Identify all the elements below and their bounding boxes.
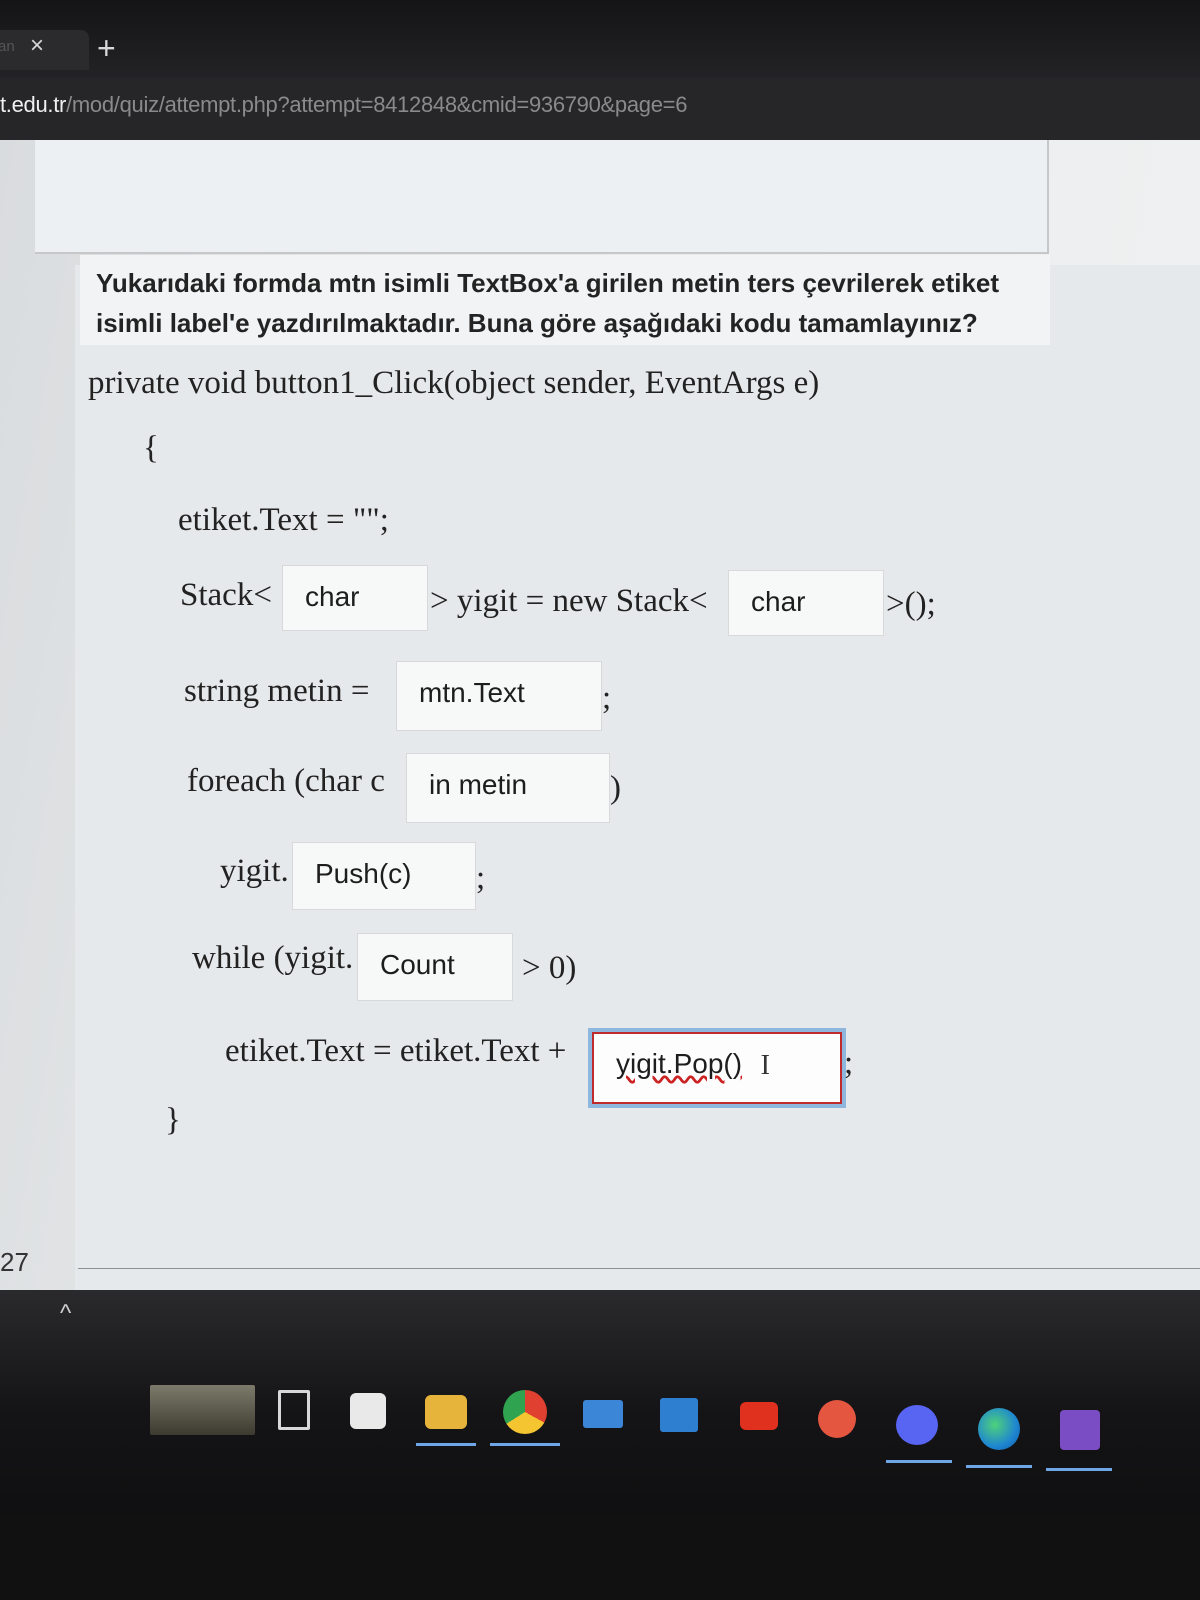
page-content: Yukarıdaki formda mtn isimli TextBox'a g… bbox=[0, 140, 1200, 1315]
code-stack-middle: > yigit = new Stack< bbox=[430, 583, 708, 619]
code-push-suffix: ; bbox=[476, 860, 486, 896]
wallpaper-thumbnail-icon bbox=[150, 1385, 255, 1435]
answer-pop-text: yigit.Pop() bbox=[616, 1048, 743, 1079]
code-stack-prefix: Stack< bbox=[180, 577, 272, 613]
discord-icon[interactable] bbox=[896, 1405, 938, 1445]
code-foreach-prefix: foreach (char c bbox=[187, 763, 385, 799]
code-foreach-suffix: ) bbox=[610, 770, 621, 806]
code-signature: private void button1_Click(object sender… bbox=[88, 365, 820, 401]
chevron-up-icon[interactable]: ^ bbox=[60, 1300, 71, 1328]
divider bbox=[78, 1268, 1200, 1269]
address-bar[interactable]: t.edu.tr/mod/quiz/attempt.php?attempt=84… bbox=[0, 78, 1200, 140]
active-app-indicator bbox=[1046, 1468, 1112, 1471]
question-text: Yukarıdaki formda mtn isimli TextBox'a g… bbox=[96, 268, 1000, 338]
media-player-icon[interactable] bbox=[818, 1400, 856, 1438]
code-stack-suffix: >(); bbox=[886, 586, 936, 622]
task-view-icon[interactable] bbox=[278, 1390, 310, 1430]
code-while-prefix: while (yigit. bbox=[192, 940, 354, 976]
url-host: t.edu.tr bbox=[0, 92, 67, 117]
tab-close-icon[interactable]: × bbox=[30, 32, 44, 60]
form-image-panel bbox=[35, 140, 1049, 254]
new-tab-button[interactable]: + bbox=[97, 30, 116, 67]
answer-metin-field[interactable]: mtn.Text bbox=[396, 661, 602, 731]
answer-count-field[interactable]: Count bbox=[357, 933, 513, 1001]
code-string-suffix: ; bbox=[602, 680, 612, 716]
browser-tab-bar: an × + bbox=[0, 0, 1200, 78]
code-append-prefix: etiket.Text = etiket.Text + bbox=[225, 1033, 567, 1069]
active-app-indicator bbox=[490, 1443, 560, 1446]
youtube-icon[interactable] bbox=[740, 1402, 778, 1430]
active-app-indicator bbox=[886, 1460, 952, 1463]
chrome-icon[interactable] bbox=[503, 1390, 547, 1434]
url-path: /mod/quiz/attempt.php?attempt=8412848&cm… bbox=[66, 92, 688, 117]
code-line-clear: etiket.Text = ""; bbox=[178, 502, 389, 538]
code-open-brace: { bbox=[143, 430, 159, 466]
browser-tab[interactable]: an × bbox=[0, 30, 89, 70]
tab-title: an bbox=[0, 38, 15, 55]
code-push-prefix: yigit. bbox=[220, 853, 289, 889]
answer-stack-type-1-field[interactable]: char bbox=[282, 565, 428, 631]
text-cursor-icon: I bbox=[760, 1050, 770, 1081]
active-app-indicator bbox=[416, 1443, 476, 1446]
answer-pop-field[interactable]: yigit.Pop() I bbox=[588, 1028, 846, 1108]
answer-stack-type-2-field[interactable]: char bbox=[728, 570, 884, 636]
calendar-icon[interactable] bbox=[660, 1398, 698, 1432]
question-number: 27 bbox=[0, 1247, 29, 1277]
code-append-suffix: ; bbox=[844, 1045, 854, 1081]
answer-foreach-in-field[interactable]: in metin bbox=[406, 753, 610, 823]
visual-studio-icon[interactable] bbox=[1060, 1410, 1100, 1450]
monitor-bezel bbox=[0, 1515, 1200, 1600]
mail-icon[interactable] bbox=[583, 1400, 623, 1428]
question-text-box: Yukarıdaki formda mtn isimli TextBox'a g… bbox=[80, 255, 1050, 345]
answer-push-field[interactable]: Push(c) bbox=[292, 842, 476, 910]
code-string-prefix: string metin = bbox=[184, 673, 370, 709]
url-text[interactable]: t.edu.tr/mod/quiz/attempt.php?attempt=84… bbox=[0, 92, 687, 118]
active-app-indicator bbox=[966, 1465, 1032, 1468]
code-close-brace: } bbox=[165, 1102, 181, 1138]
code-while-suffix: > 0) bbox=[522, 950, 577, 986]
edge-icon[interactable] bbox=[978, 1408, 1020, 1450]
file-explorer-icon[interactable] bbox=[425, 1395, 467, 1429]
microsoft-store-icon[interactable] bbox=[350, 1393, 386, 1429]
